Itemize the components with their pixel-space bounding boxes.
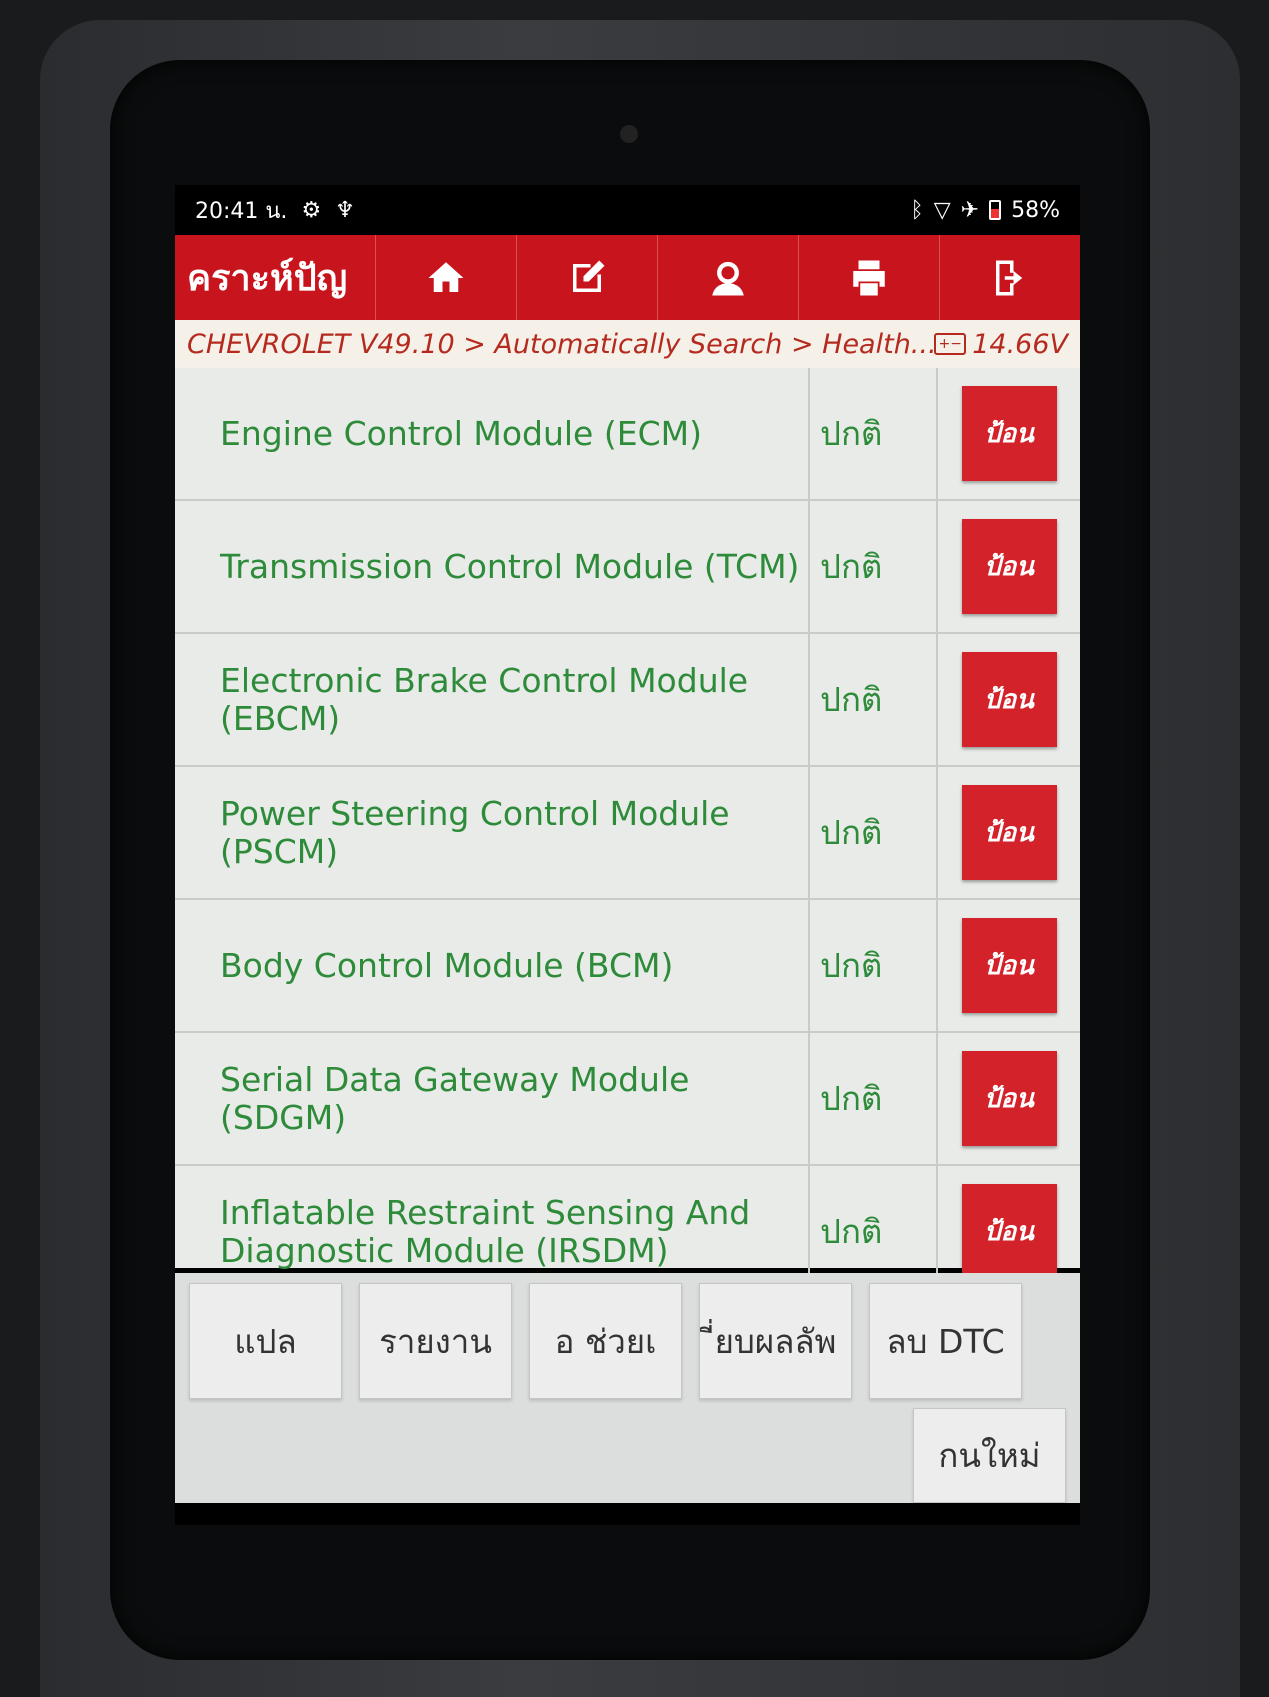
- module-name: Power Steering Control Module (PSCM): [175, 767, 810, 898]
- battery-voltage: +− 14.66V: [934, 329, 1068, 360]
- list-item: Body Control Module (BCM) ปกติ ป้อน: [175, 900, 1080, 1033]
- list-item: Electronic Brake Control Module (EBCM) ป…: [175, 634, 1080, 767]
- exit-button[interactable]: [939, 235, 1080, 320]
- translate-button[interactable]: แปล: [189, 1283, 342, 1399]
- edit-button[interactable]: [516, 235, 657, 320]
- printer-icon: [853, 260, 885, 295]
- home-nav-icon[interactable]: ●: [554, 1524, 582, 1525]
- help-button[interactable]: อ ช่วยเ: [529, 1283, 682, 1399]
- module-status: ปกติ: [810, 634, 938, 765]
- screenshot-icon[interactable]: ⧉: [792, 1524, 815, 1526]
- list-item: Engine Control Module (ECM) ปกติ ป้อน: [175, 368, 1080, 501]
- module-status: ปกติ: [810, 368, 938, 499]
- compare-results-button[interactable]: ี่ยบผลลัพ: [699, 1283, 852, 1399]
- list-item: Power Steering Control Module (PSCM) ปกต…: [175, 767, 1080, 900]
- module-name: Electronic Brake Control Module (EBCM): [175, 634, 810, 765]
- diagnostic-notification-icon: ♆: [335, 197, 355, 223]
- rescan-button[interactable]: กนใหม่: [913, 1408, 1066, 1503]
- module-name: Serial Data Gateway Module (SDGM): [175, 1033, 810, 1164]
- enter-button[interactable]: ป้อน: [961, 386, 1057, 481]
- airplane-mode-icon: ✈: [960, 197, 980, 223]
- module-name: Body Control Module (BCM): [175, 900, 810, 1031]
- list-item: Transmission Control Module (TCM) ปกติ ป…: [175, 501, 1080, 634]
- voltage-value: 14.66V: [972, 328, 1068, 360]
- report-button[interactable]: รายงาน: [359, 1283, 512, 1399]
- bluetooth-icon: ᛒ: [910, 197, 924, 223]
- module-name: Transmission Control Module (TCM): [175, 501, 810, 632]
- module-status: ปกติ: [810, 767, 938, 898]
- car-battery-icon: +−: [934, 333, 967, 355]
- enter-button[interactable]: ป้อน: [961, 785, 1057, 880]
- home-icon: [428, 261, 464, 292]
- status-time: 20:41 น.: [195, 198, 288, 224]
- enter-button[interactable]: ป้อน: [961, 1051, 1057, 1146]
- status-bar: 20:41 น. ⚙ ♆ ᛒ ▽ ✈ 58%: [175, 185, 1080, 235]
- user-button[interactable]: [657, 235, 798, 320]
- module-name: Engine Control Module (ECM): [175, 368, 810, 499]
- enter-button[interactable]: ป้อน: [961, 652, 1057, 747]
- list-item: Serial Data Gateway Module (SDGM) ปกติ ป…: [175, 1033, 1080, 1166]
- app-toolbar: คราะห์ปัญ: [175, 235, 1080, 320]
- front-camera: [620, 125, 638, 143]
- module-status: ปกติ: [810, 900, 938, 1031]
- module-status: ปกติ: [810, 501, 938, 632]
- print-button[interactable]: [798, 235, 939, 320]
- function-bar: แปล รายงาน อ ช่วยเ ี่ยบผลลัพ ลบ DTC กนให…: [175, 1273, 1080, 1503]
- breadcrumb-path: CHEVROLET V49.10 > Automatically Search …: [187, 328, 935, 360]
- android-nav-bar: ◀ ● ■ ⧉: [175, 1503, 1080, 1526]
- battery-percent: 58%: [1011, 197, 1060, 223]
- home-button[interactable]: [375, 235, 516, 320]
- enter-button[interactable]: ป้อน: [961, 1184, 1057, 1279]
- battery-icon: [989, 200, 1002, 220]
- edit-icon: [573, 260, 605, 292]
- recents-icon[interactable]: ■: [672, 1524, 702, 1525]
- breadcrumb: CHEVROLET V49.10 > Automatically Search …: [175, 320, 1080, 368]
- back-icon[interactable]: ◀: [440, 1524, 465, 1525]
- device-screen: 20:41 น. ⚙ ♆ ᛒ ▽ ✈ 58% คราะห์ปัญ CHEVROL…: [175, 185, 1080, 1525]
- enter-button[interactable]: ป้อน: [961, 918, 1057, 1013]
- enter-button[interactable]: ป้อน: [961, 519, 1057, 614]
- clear-dtc-button[interactable]: ลบ DTC: [869, 1283, 1022, 1399]
- wifi-icon: ▽: [933, 197, 951, 223]
- page-title: คราะห์ปัญ: [187, 258, 348, 299]
- module-list: Engine Control Module (ECM) ปกติ ป้อน Tr…: [175, 368, 1080, 1299]
- module-status: ปกติ: [810, 1033, 938, 1164]
- user-icon: [712, 261, 744, 295]
- settings-notification-icon: ⚙: [301, 197, 322, 223]
- exit-icon: [996, 260, 1023, 295]
